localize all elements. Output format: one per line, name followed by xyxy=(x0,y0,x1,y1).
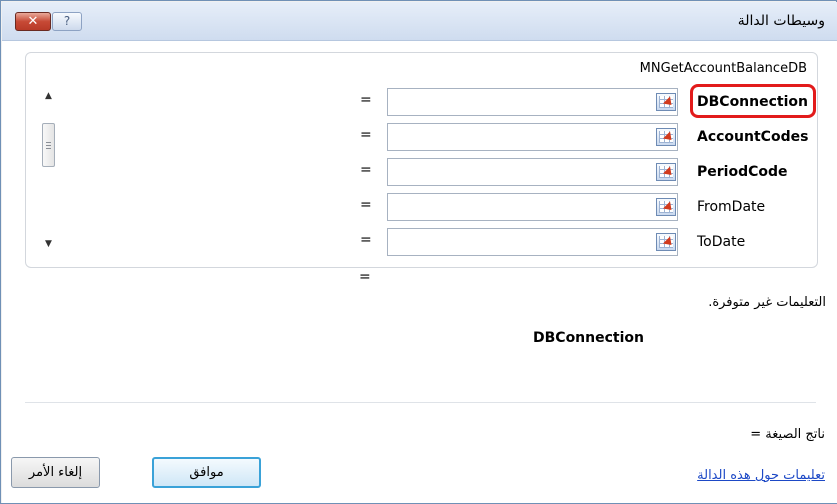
range-select-icon[interactable] xyxy=(656,93,676,111)
range-select-icon[interactable] xyxy=(656,198,676,216)
help-on-function-link[interactable]: تعليمات حول هذه الدالة xyxy=(697,468,825,483)
argument-row-fromdate: = FromDate xyxy=(26,193,817,221)
function-description: التعليمات غير متوفرة. xyxy=(708,295,826,310)
divider xyxy=(25,402,816,403)
equals-sign: = xyxy=(360,162,372,178)
red-highlight-annotation xyxy=(690,84,816,118)
argument-label-periodcode: PeriodCode xyxy=(697,164,788,180)
equals-sign: = xyxy=(360,92,372,108)
todate-input[interactable] xyxy=(387,228,678,256)
function-arguments-dialog: ✕ ? وسيطات الدالة MNGetAccountBalanceDB … xyxy=(0,0,837,504)
window-title: وسيطات الدالة xyxy=(737,13,825,29)
argument-label-accountcodes: AccountCodes xyxy=(697,129,809,145)
argument-label-todate: ToDate xyxy=(697,234,746,250)
range-select-icon[interactable] xyxy=(656,163,676,181)
ok-button[interactable]: موافق xyxy=(152,457,261,488)
argument-row-todate: = ToDate xyxy=(26,228,817,256)
formula-result: ناتج الصيغة = xyxy=(750,427,825,442)
help-button[interactable]: ? xyxy=(52,12,82,31)
fromdate-input[interactable] xyxy=(387,193,678,221)
function-name: MNGetAccountBalanceDB xyxy=(639,61,807,76)
function-result-equals: = xyxy=(359,269,371,285)
title-bar: ✕ ? وسيطات الدالة xyxy=(2,2,837,41)
dialog-body: MNGetAccountBalanceDB ▲ ▼ = DBConnection xyxy=(2,41,837,503)
argument-row-accountcodes: = AccountCodes xyxy=(26,123,817,151)
periodcode-input[interactable] xyxy=(387,158,678,186)
current-argument-name: DBConnection xyxy=(533,330,644,346)
argument-row-dbconnection: = DBConnection xyxy=(26,84,817,118)
accountcodes-input[interactable] xyxy=(387,123,678,151)
argument-row-periodcode: = PeriodCode xyxy=(26,158,817,186)
equals-sign: = xyxy=(360,197,372,213)
dbconnection-input[interactable] xyxy=(387,88,678,116)
equals-sign: = xyxy=(360,232,372,248)
range-select-icon[interactable] xyxy=(656,233,676,251)
argument-label-fromdate: FromDate xyxy=(697,199,766,215)
arguments-groupbox: MNGetAccountBalanceDB ▲ ▼ = DBConnection xyxy=(25,52,818,268)
close-button[interactable]: ✕ xyxy=(15,12,51,31)
cancel-button[interactable]: إلغاء الأمر xyxy=(11,457,100,488)
range-select-icon[interactable] xyxy=(656,128,676,146)
equals-sign: = xyxy=(360,127,372,143)
